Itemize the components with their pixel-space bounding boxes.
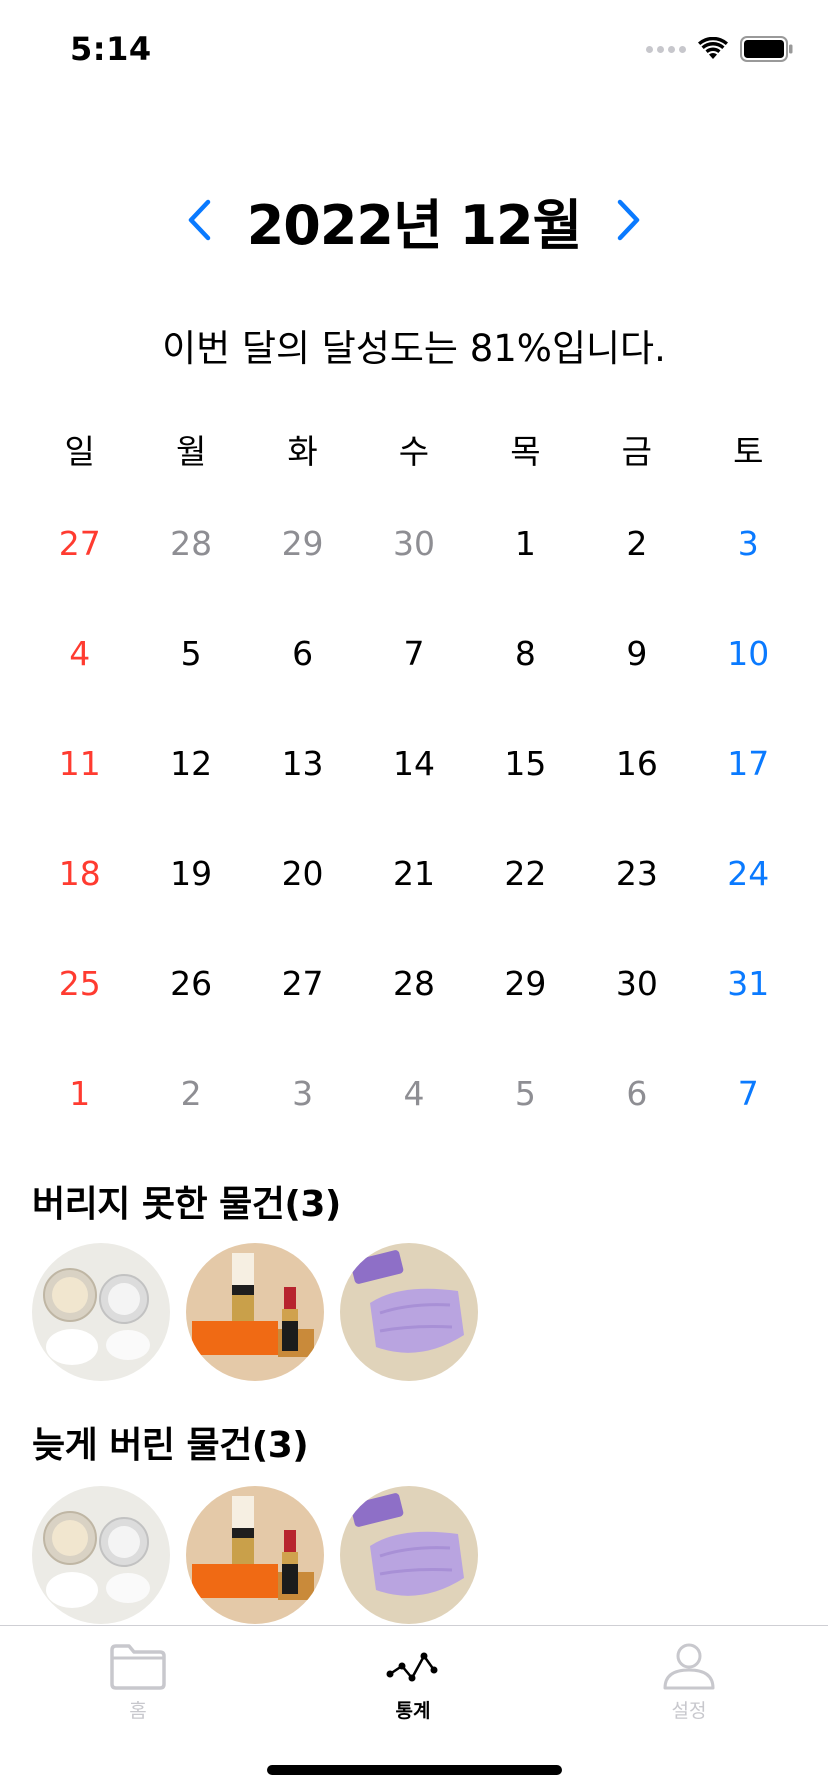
person-icon xyxy=(663,1643,715,1690)
weekday-header: 일 월 화 수 목 금 토 xyxy=(24,425,804,473)
calendar-day[interactable]: 15 xyxy=(470,708,581,818)
calendar-day[interactable]: 23 xyxy=(581,818,692,928)
calendar-day[interactable]: 31 xyxy=(693,928,804,1038)
calendar-day[interactable]: 11 xyxy=(24,708,135,818)
calendar-day[interactable]: 8 xyxy=(470,598,581,708)
item-thumbnail-lavender-mask[interactable] xyxy=(340,1243,478,1381)
tab-statistics[interactable]: 통계 xyxy=(343,1642,483,1723)
calendar-day[interactable]: 28 xyxy=(135,488,246,598)
calendar-day[interactable]: 27 xyxy=(24,488,135,598)
calendar-day[interactable]: 5 xyxy=(470,1038,581,1148)
calendar-day[interactable]: 2 xyxy=(135,1038,246,1148)
next-month-button[interactable] xyxy=(609,190,649,250)
late-thrown-items-row xyxy=(32,1486,478,1624)
achievement-summary: 이번 달의 달성도는 81%입니다. xyxy=(162,327,666,370)
calendar-day[interactable]: 17 xyxy=(693,708,804,818)
calendar-day[interactable]: 21 xyxy=(358,818,469,928)
weekday-label: 목 xyxy=(510,432,541,471)
weekday-label: 수 xyxy=(398,432,430,471)
tab-settings[interactable]: 설정 xyxy=(619,1642,759,1723)
calendar-day[interactable]: 20 xyxy=(247,818,358,928)
item-thumbnail-lipstick[interactable] xyxy=(186,1486,324,1624)
cellular-signal-icon xyxy=(646,45,686,53)
calendar-day[interactable]: 7 xyxy=(693,1038,804,1148)
calendar-day[interactable]: 29 xyxy=(470,928,581,1038)
wifi-icon xyxy=(698,37,728,59)
calendar-day[interactable]: 16 xyxy=(581,708,692,818)
calendar-day[interactable]: 5 xyxy=(135,598,246,708)
calendar-day[interactable]: 1 xyxy=(24,1038,135,1148)
tab-statistics-label: 통계 xyxy=(395,1700,431,1722)
month-title: 2022년 12월 xyxy=(246,193,583,257)
calendar-grid: 27 28 29 30 1 2 3 4 5 6 7 8 9 10 11 12 13 14 15 16 17 18 19 20 2… xyxy=(24,488,804,1148)
weekday-label: 토 xyxy=(733,432,764,471)
status-icons xyxy=(646,36,794,62)
chevron-right-icon xyxy=(618,199,640,241)
tab-home[interactable]: 홈 xyxy=(68,1642,208,1723)
section-title-late-thrown: 늦게 버린 물건(3) xyxy=(32,1425,309,1466)
calendar-day[interactable]: 13 xyxy=(247,708,358,818)
month-header: 2022년 12월 xyxy=(0,180,828,260)
calendar-day[interactable]: 30 xyxy=(358,488,469,598)
unthrown-items-row xyxy=(32,1243,478,1381)
weekday-label: 월 xyxy=(175,432,207,471)
weekday-label: 일 xyxy=(64,432,95,471)
folder-icon xyxy=(110,1644,166,1690)
calendar-day[interactable]: 9 xyxy=(581,598,692,708)
calendar-day[interactable]: 24 xyxy=(693,818,804,928)
calendar-day[interactable]: 18 xyxy=(24,818,135,928)
calendar-day[interactable]: 2 xyxy=(581,488,692,598)
calendar-day[interactable]: 26 xyxy=(135,928,246,1038)
previous-month-button[interactable] xyxy=(179,190,219,250)
calendar-day[interactable]: 3 xyxy=(693,488,804,598)
calendar-day[interactable]: 29 xyxy=(247,488,358,598)
battery-icon xyxy=(740,36,793,62)
weekday-label: 화 xyxy=(287,432,318,471)
item-thumbnail-lavender-mask[interactable] xyxy=(340,1486,478,1624)
status-bar: 5:14 xyxy=(0,0,828,100)
tab-home-label: 홈 xyxy=(129,1700,147,1722)
home-indicator xyxy=(267,1765,562,1775)
weekday-label: 금 xyxy=(621,432,653,471)
item-thumbnail-lipstick[interactable] xyxy=(186,1243,324,1381)
item-thumbnail-compact-powder[interactable] xyxy=(32,1243,170,1381)
calendar-day[interactable]: 28 xyxy=(358,928,469,1038)
calendar-day[interactable]: 4 xyxy=(358,1038,469,1148)
calendar-day[interactable]: 6 xyxy=(247,598,358,708)
section-title-unthrown: 버리지 못한 물건(3) xyxy=(32,1184,341,1225)
calendar-day[interactable]: 3 xyxy=(247,1038,358,1148)
calendar-day[interactable]: 30 xyxy=(581,928,692,1038)
calendar-day[interactable]: 4 xyxy=(24,598,135,708)
calendar-day[interactable]: 25 xyxy=(24,928,135,1038)
chevron-left-icon xyxy=(188,199,210,241)
status-time: 5:14 xyxy=(70,30,152,68)
calendar-day[interactable]: 1 xyxy=(470,488,581,598)
calendar-day[interactable]: 27 xyxy=(247,928,358,1038)
tab-settings-label: 설정 xyxy=(671,1700,707,1722)
calendar-day[interactable]: 6 xyxy=(581,1038,692,1148)
calendar-day[interactable]: 7 xyxy=(358,598,469,708)
calendar-day[interactable]: 22 xyxy=(470,818,581,928)
item-thumbnail-compact-powder[interactable] xyxy=(32,1486,170,1624)
calendar-day[interactable]: 19 xyxy=(135,818,246,928)
line-chart-icon xyxy=(386,1652,438,1682)
calendar-day[interactable]: 10 xyxy=(693,598,804,708)
calendar-day[interactable]: 12 xyxy=(135,708,246,818)
calendar-day[interactable]: 14 xyxy=(358,708,469,818)
